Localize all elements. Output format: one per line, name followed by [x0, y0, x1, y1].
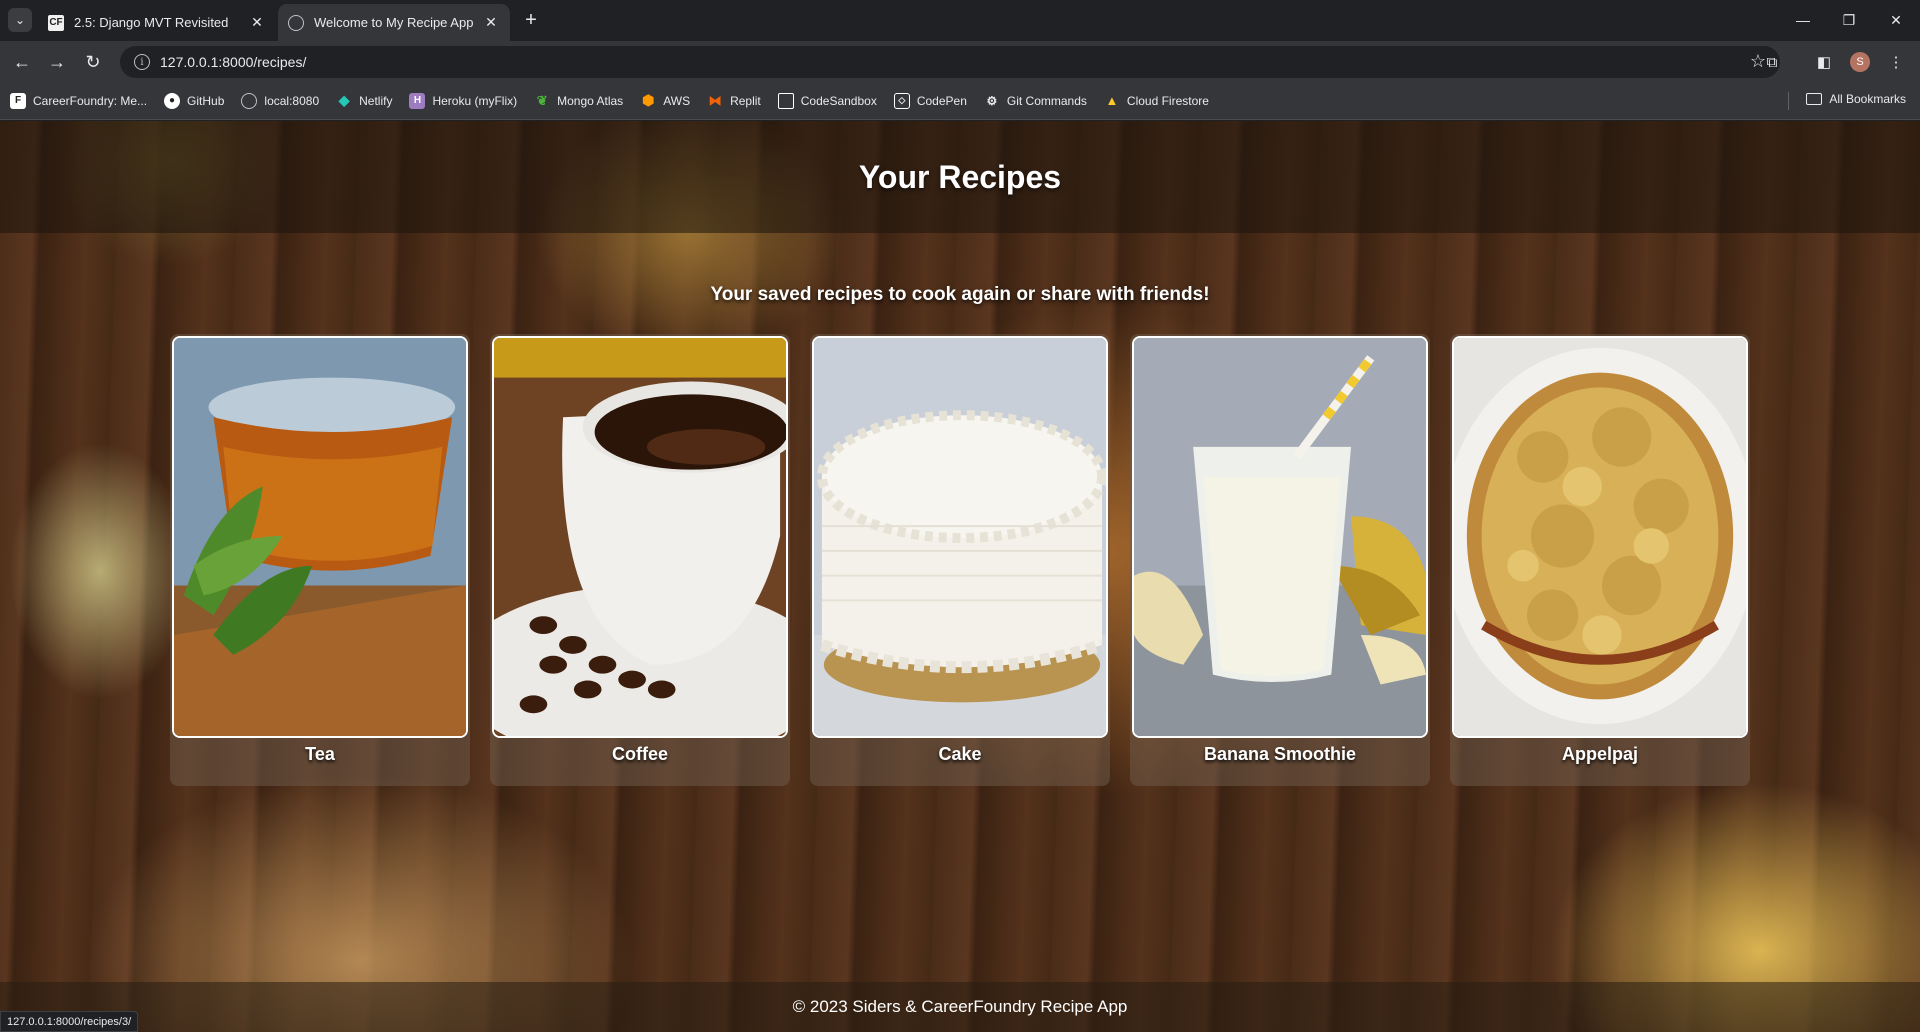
restore-button[interactable]: ❐	[1837, 8, 1861, 32]
reload-button[interactable]: ↻	[80, 49, 106, 75]
close-icon[interactable]: ✕	[248, 14, 266, 32]
bookmark-git-commands[interactable]: ⚙ Git Commands	[984, 93, 1087, 109]
aws-icon: ⬢	[642, 92, 655, 108]
globe-icon	[288, 14, 304, 31]
tab-django-mvt[interactable]: CF 2.5: Django MVT Revisited ✕	[38, 4, 276, 41]
recipe-card-cake[interactable]: Cake	[810, 334, 1110, 786]
menu-icon[interactable]: ⋮	[1884, 50, 1908, 74]
bookmark-label: Netlify	[359, 93, 393, 108]
recipe-grid: Tea Coffee Cake Banana Smoothie Appelpaj	[170, 334, 1750, 904]
bookmarks-bar: F CareerFoundry: Me... ● GitHub local:8080…	[0, 82, 1920, 120]
tab-title: Welcome to My Recipe App	[314, 15, 474, 30]
profile-avatar[interactable]: S	[1850, 52, 1870, 72]
side-panel-icon[interactable]: ◧	[1812, 50, 1836, 74]
recipe-name-coffee[interactable]: Coffee	[490, 744, 790, 765]
close-window-button[interactable]: ✕	[1884, 8, 1908, 32]
bookmark-label: Replit	[730, 93, 761, 108]
tab-search-button[interactable]: ⌄	[8, 8, 32, 32]
bookmark-careerfoundry[interactable]: F CareerFoundry: Me...	[10, 92, 148, 109]
bookmarks-divider	[1788, 92, 1789, 110]
bookmark-label: GitHub	[187, 93, 225, 108]
recipe-image-appelpaj[interactable]	[1452, 336, 1748, 738]
page-viewport: Your Recipes Your saved recipes to cook …	[0, 121, 1920, 1032]
extensions-icon[interactable]: ⧉	[1760, 50, 1784, 74]
recipe-card-tea[interactable]: Tea	[170, 334, 470, 786]
recipe-image-tea[interactable]	[172, 336, 468, 738]
bookmark-label: Mongo Atlas	[557, 93, 624, 108]
bookmark-label: CodeSandbox	[800, 93, 877, 108]
site-info-icon[interactable]: i	[134, 54, 150, 70]
bookmark-local8080[interactable]: local:8080	[241, 92, 320, 109]
bookmark-label: local:8080	[264, 93, 320, 108]
mongo-icon: ❦	[536, 92, 548, 108]
bookmark-mongo-atlas[interactable]: ❦ Mongo Atlas	[534, 92, 624, 109]
page-header: Your Recipes	[0, 121, 1920, 233]
careerfoundry-icon: F	[10, 92, 26, 109]
bookmark-codepen[interactable]: ◇ CodePen	[893, 92, 967, 109]
page-footer: © 2023 Siders & CareerFoundry Recipe App	[0, 982, 1920, 1032]
recipe-image-coffee[interactable]	[492, 336, 788, 738]
restore-icon: ❐	[1842, 11, 1856, 28]
address-bar[interactable]: i 127.0.0.1:8000/recipes/ ☆	[120, 46, 1780, 78]
forward-button[interactable]: →	[44, 49, 70, 75]
bookmark-codesandbox[interactable]: CodeSandbox	[777, 92, 877, 109]
tab-title: 2.5: Django MVT Revisited	[74, 15, 229, 30]
recipe-name-cake[interactable]: Cake	[810, 744, 1110, 765]
globe-icon	[241, 92, 258, 109]
back-button[interactable]: ←	[9, 49, 35, 75]
tab-strip: ⌄ CF 2.5: Django MVT Revisited ✕ Welcome…	[0, 0, 1920, 41]
codepen-icon: ◇	[893, 92, 910, 109]
github-icon: ●	[164, 92, 181, 109]
bookmark-label: Cloud Firestore	[1126, 93, 1209, 108]
recipe-image-banana-smoothie[interactable]	[1132, 336, 1428, 738]
new-tab-button[interactable]: +	[520, 9, 542, 31]
page-subtitle: Your saved recipes to cook again or shar…	[710, 284, 1210, 305]
bookmark-label: Git Commands	[1006, 93, 1087, 108]
bookmark-github[interactable]: ● GitHub	[164, 92, 225, 109]
minimize-button[interactable]: —	[1791, 8, 1815, 32]
replit-icon: ⧓	[708, 92, 722, 108]
recipe-image-cake[interactable]	[812, 336, 1108, 738]
careerfoundry-favicon-icon: CF	[48, 14, 64, 31]
recipe-name-appelpaj[interactable]: Appelpaj	[1450, 744, 1750, 765]
codesandbox-icon	[777, 92, 794, 109]
chevron-down-icon: ⌄	[14, 13, 26, 27]
close-icon[interactable]: ✕	[482, 14, 500, 32]
recipe-card-coffee[interactable]: Coffee	[490, 334, 790, 786]
status-url-bubble: 127.0.0.1:8000/recipes/3/	[0, 1011, 139, 1032]
bookmark-netlify[interactable]: ◆ Netlify	[336, 92, 393, 109]
folder-icon	[1806, 93, 1823, 105]
netlify-icon: ◆	[338, 92, 350, 108]
reload-icon: ↻	[85, 51, 101, 72]
recipe-name-banana-smoothie[interactable]: Banana Smoothie	[1130, 744, 1430, 765]
plus-icon: +	[525, 8, 537, 31]
bookmark-label: CodePen	[916, 93, 967, 108]
bookmark-label: CareerFoundry: Me...	[33, 93, 148, 108]
arrow-left-icon: ←	[13, 51, 31, 72]
arrow-right-icon: →	[48, 51, 66, 72]
bookmark-heroku[interactable]: H Heroku (myFlix)	[409, 92, 518, 109]
bookmark-cloud-firestore[interactable]: ▲ Cloud Firestore	[1104, 93, 1209, 109]
recipe-card-appelpaj[interactable]: Appelpaj	[1450, 334, 1750, 786]
tab-recipe-app[interactable]: Welcome to My Recipe App ✕	[278, 4, 510, 41]
all-bookmarks-label: All Bookmarks	[1829, 92, 1906, 106]
bookmark-replit[interactable]: ⧓ Replit	[707, 93, 761, 109]
gear-icon: ⚙	[986, 93, 998, 108]
minimize-icon: —	[1796, 12, 1810, 28]
recipe-name-tea[interactable]: Tea	[170, 744, 470, 765]
all-bookmarks-button[interactable]: All Bookmarks	[1806, 92, 1906, 106]
recipe-card-banana-smoothie[interactable]: Banana Smoothie	[1130, 334, 1430, 786]
heroku-icon: H	[409, 92, 426, 109]
bookmark-label: Heroku (myFlix)	[432, 93, 518, 108]
close-icon: ✕	[1890, 11, 1902, 28]
address-text[interactable]: 127.0.0.1:8000/recipes/	[160, 54, 306, 70]
bookmark-aws[interactable]: ⬢ AWS	[640, 92, 691, 109]
page-title: Your Recipes	[858, 158, 1062, 195]
bookmark-label: AWS	[663, 93, 691, 108]
browser-toolbar: ← → ↻ i 127.0.0.1:8000/recipes/ ☆ ⧉ ◧ S …	[0, 41, 1920, 82]
firebase-icon: ▲	[1105, 93, 1119, 108]
